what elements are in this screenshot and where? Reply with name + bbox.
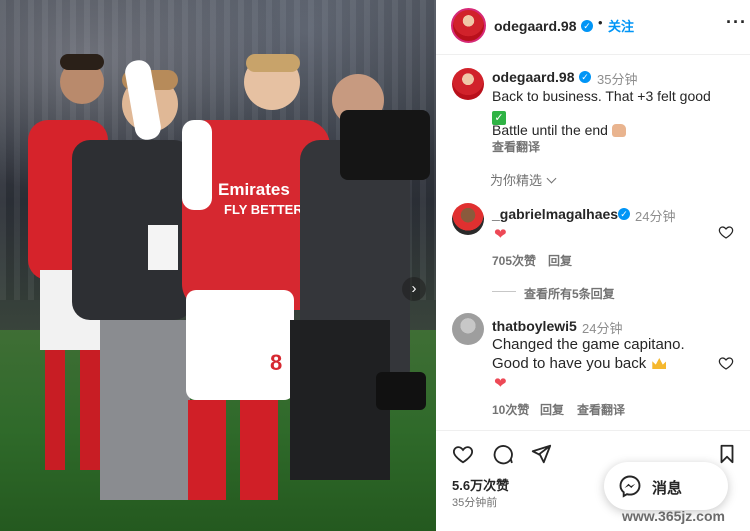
chevron-down-icon bbox=[546, 173, 557, 184]
share-icon[interactable] bbox=[530, 443, 552, 465]
caption-author-avatar[interactable] bbox=[452, 68, 484, 100]
comment-likes[interactable]: 10次赞 bbox=[492, 401, 529, 418]
comment-text-line-2-wrap: Good to have you back bbox=[492, 354, 667, 373]
post-time: 35分钟前 bbox=[452, 497, 498, 509]
verified-badge-icon: ✓ bbox=[581, 20, 593, 32]
see-translation-link[interactable]: 查看翻译 bbox=[577, 401, 625, 418]
bookmark-icon[interactable] bbox=[716, 443, 738, 465]
heart-emoji-icon: ❤ bbox=[494, 375, 507, 392]
comment-username[interactable]: thatboylewi5 bbox=[492, 318, 577, 334]
caption-username[interactable]: odegaard.98 bbox=[492, 69, 574, 85]
post-header: odegaard.98 ✓ • 关注 ··· bbox=[436, 0, 750, 55]
comment-likes[interactable]: 705次赞 bbox=[492, 252, 536, 269]
caption-line-1: Back to business. That +3 felt good bbox=[492, 88, 711, 104]
see-translation-link[interactable]: 查看翻译 bbox=[492, 138, 540, 155]
comment-text-line-2: Good to have you back bbox=[492, 355, 647, 372]
reply-button[interactable]: 回复 bbox=[548, 252, 572, 269]
comment-username[interactable]: _gabrielmagalhaes bbox=[492, 206, 618, 222]
caption-line-2: Battle until the end bbox=[492, 122, 608, 138]
messages-button[interactable]: 消息 bbox=[604, 462, 728, 510]
svg-text:Emirates: Emirates bbox=[218, 180, 290, 199]
post-photo[interactable]: Emirates FLY BETTER 8 › bbox=[0, 0, 436, 531]
more-options-icon[interactable]: ··· bbox=[726, 12, 747, 33]
messages-label: 消息 bbox=[652, 480, 683, 497]
verified-badge-icon: ✓ bbox=[618, 208, 630, 220]
players-illustration: Emirates FLY BETTER 8 bbox=[28, 54, 430, 500]
author-avatar[interactable] bbox=[451, 8, 486, 43]
separator-dot: • bbox=[598, 15, 603, 30]
comment-sort-label: 为你精选 bbox=[490, 173, 543, 188]
fist-emoji-icon bbox=[611, 124, 626, 137]
caption-time: 35分钟 bbox=[597, 72, 638, 87]
follow-button[interactable]: 关注 bbox=[608, 16, 634, 35]
site-watermark: www.365jz.com bbox=[622, 508, 725, 524]
crown-emoji-icon bbox=[652, 358, 667, 369]
comment-sort-dropdown[interactable]: 为你精选 bbox=[490, 170, 557, 189]
messenger-icon bbox=[619, 475, 641, 498]
reply-button[interactable]: 回复 bbox=[540, 401, 564, 418]
view-replies-link[interactable]: 查看所有5条回复 bbox=[524, 285, 615, 302]
comment-icon[interactable] bbox=[492, 443, 514, 465]
comment-text-line-1: Changed the game capitano. bbox=[492, 336, 685, 353]
author-username[interactable]: odegaard.98 bbox=[494, 18, 576, 34]
verified-badge-icon: ✓ bbox=[579, 71, 591, 83]
svg-text:8: 8 bbox=[270, 350, 282, 375]
svg-text:FLY BETTER: FLY BETTER bbox=[224, 202, 303, 217]
carousel-next-icon[interactable]: › bbox=[402, 277, 426, 301]
comment-time: 24分钟 bbox=[635, 209, 676, 224]
post-detail-pane: odegaard.98 ✓ • 关注 ··· odegaard.98 ✓ 35分… bbox=[436, 0, 750, 531]
like-comment-heart-icon[interactable] bbox=[718, 224, 734, 240]
comment-avatar[interactable] bbox=[452, 313, 484, 345]
heart-emoji-icon: ❤ bbox=[494, 226, 507, 243]
like-count[interactable]: 5.6万次赞 bbox=[452, 475, 509, 494]
like-heart-icon[interactable] bbox=[452, 443, 474, 465]
view-replies-line bbox=[492, 291, 516, 292]
comment-avatar[interactable] bbox=[452, 203, 484, 235]
like-comment-heart-icon[interactable] bbox=[718, 355, 734, 371]
